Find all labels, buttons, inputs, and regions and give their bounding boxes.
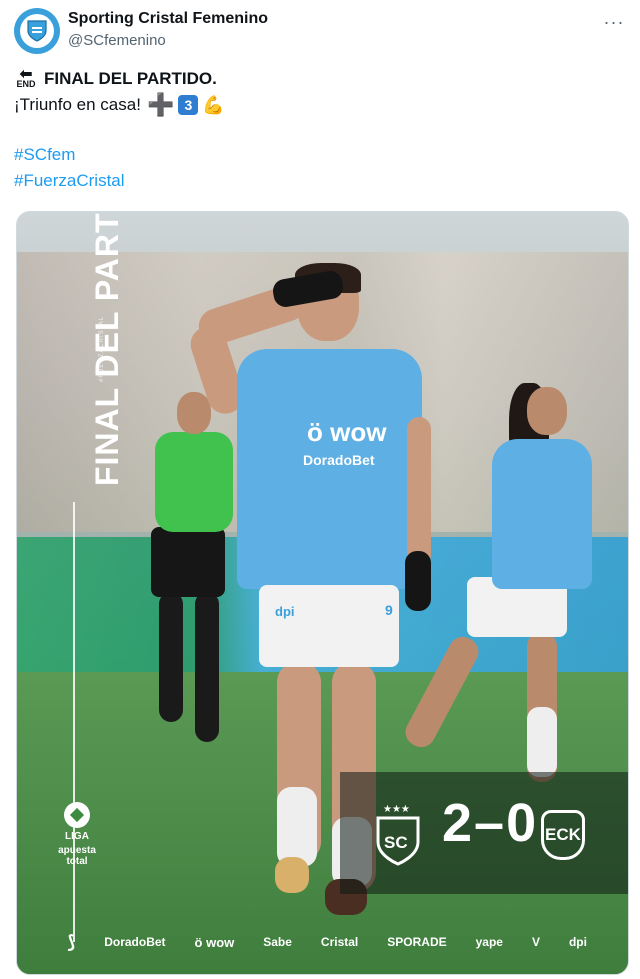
sponsor-strip: ⟆ DoradoBet ö wow Sabe Cristal SPORADE y… <box>67 924 587 960</box>
divider-line <box>73 502 75 942</box>
tweet-header: Sporting Cristal Femenino @SCfemenino ··… <box>14 8 626 58</box>
tweet-line-triunfo: ¡Triunfo en casa! ➕ 3 💪 <box>14 92 626 118</box>
away-team-crest: ECK <box>541 810 585 860</box>
home-crest-label: SC <box>384 833 408 852</box>
sponsor-wow: ö wow <box>194 934 235 950</box>
puma-logo-icon: ⟆ <box>67 931 76 952</box>
user-handle[interactable]: @SCfemenino <box>68 32 166 49</box>
end-label: END <box>16 78 36 89</box>
sponsor-cristal: Cristal <box>320 935 359 949</box>
liga-name: LIGA <box>65 831 89 842</box>
plus-icon: ➕ <box>146 92 175 117</box>
flexed-biceps-icon: 💪 <box>202 95 225 115</box>
avatar[interactable] <box>14 8 60 54</box>
keycap-three-icon: 3 <box>178 95 199 115</box>
liga-sponsor: apuesta total <box>58 845 96 867</box>
tweet-text: ⬅ END FINAL DEL PARTIDO. ¡Triunfo en cas… <box>14 66 626 194</box>
sponsor-sporade: SPORADE <box>387 935 447 949</box>
sponsor-doradobet: DoradoBet <box>104 935 166 949</box>
shorts-sponsor-dpi: dpi <box>275 604 295 619</box>
home-team-crest: ★★★ SC <box>375 802 421 866</box>
svg-text:★★★: ★★★ <box>383 804 410 815</box>
shirt-sponsor-wow: ö wow <box>307 417 387 447</box>
liga-logo: LIGA apuesta total <box>53 802 101 867</box>
end-arrow-icon: ⬅ END <box>16 65 36 89</box>
final-score: 2–0 <box>442 793 539 853</box>
liga-ball-icon <box>64 802 90 828</box>
hashtag-scfem[interactable]: #SCfem <box>14 142 626 168</box>
vertical-subtitle: #FUERZACRISTAL <box>99 315 105 382</box>
club-shield-icon <box>27 20 47 42</box>
display-name[interactable]: Sporting Cristal Femenino <box>68 10 268 28</box>
sporting-cristal-crest-icon: ★★★ SC <box>376 804 420 866</box>
avatar-badge <box>20 14 54 48</box>
tweet-media-image[interactable]: ö wow DoradoBet dpi 9 FINAL DEL PARTIDO … <box>16 211 629 975</box>
vertical-title: FINAL DEL PARTIDO <box>55 212 125 488</box>
sponsor-yape: yape <box>475 935 503 949</box>
sponsor-sabe: Sabe <box>263 935 292 949</box>
tweet-final-text: FINAL DEL PARTIDO. <box>44 69 217 88</box>
sponsor-v: V <box>531 935 540 949</box>
hashtag-fuerzacristal[interactable]: #FuerzaCristal <box>14 168 626 194</box>
tweet-line-final: ⬅ END FINAL DEL PARTIDO. <box>14 66 626 92</box>
tweet-triunfo-text: ¡Triunfo en casa! <box>14 95 141 114</box>
sponsor-dpi: dpi <box>568 935 587 949</box>
shirt-sponsor-doradobet: DoradoBet <box>303 452 375 468</box>
shorts-number: 9 <box>385 602 393 618</box>
final-del-partido-title: FINAL DEL PARTIDO <box>89 211 125 486</box>
more-options-button[interactable]: ··· <box>602 10 626 34</box>
